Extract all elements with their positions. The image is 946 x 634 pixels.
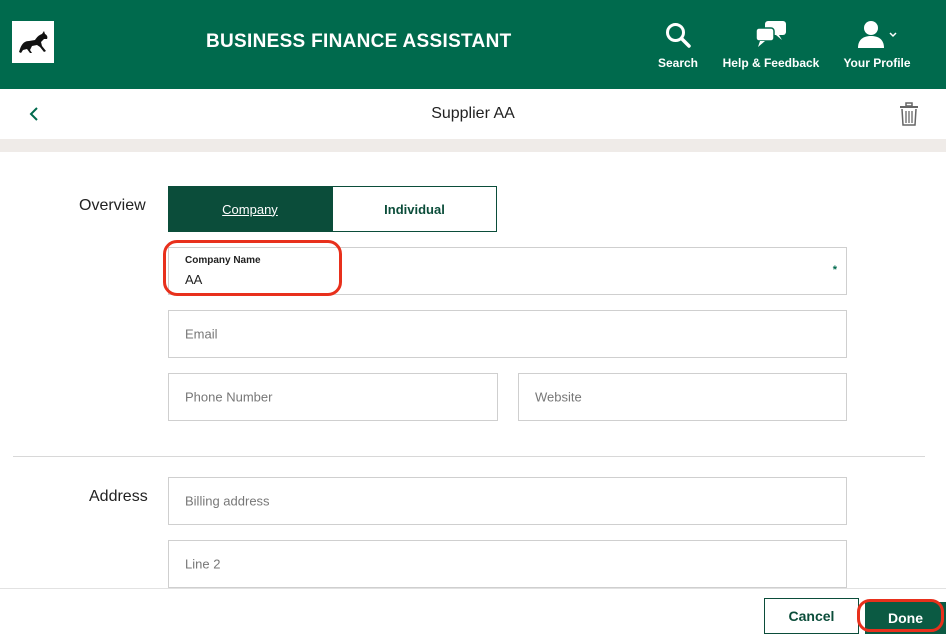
cancel-button[interactable]: Cancel: [764, 598, 859, 634]
address-section-label: Address: [89, 488, 148, 505]
top-bar: BUSINESS FINANCE ASSISTANT Search Help &…: [0, 0, 946, 89]
company-name-label: Company Name: [185, 255, 261, 266]
billing-address-input[interactable]: Billing address: [168, 477, 847, 525]
search-nav-button[interactable]: Search: [652, 0, 704, 89]
chat-bubbles-icon: [755, 20, 787, 48]
overview-section-label: Overview: [79, 197, 146, 214]
website-input[interactable]: Website: [518, 373, 847, 421]
help-feedback-nav-button[interactable]: Help & Feedback: [718, 0, 824, 89]
done-button[interactable]: Done: [865, 602, 946, 634]
email-placeholder: Email: [185, 326, 218, 342]
search-nav-label: Search: [657, 56, 699, 70]
user-profile-icon: [855, 20, 899, 48]
company-name-field[interactable]: Company Name AA *: [168, 247, 847, 295]
email-input[interactable]: Email: [168, 310, 847, 358]
section-divider: [13, 456, 925, 457]
address-line2-placeholder: Line 2: [185, 556, 221, 572]
search-icon: [665, 20, 691, 48]
help-feedback-nav-label: Help & Feedback: [722, 56, 820, 70]
sub-header: Supplier AA: [0, 89, 946, 139]
tab-individual[interactable]: Individual: [332, 186, 497, 232]
phone-number-placeholder: Phone Number: [185, 389, 273, 405]
tab-company[interactable]: Company: [168, 186, 332, 232]
horse-logo-icon[interactable]: [12, 21, 54, 63]
your-profile-nav-label: Your Profile: [843, 56, 911, 70]
company-name-value: AA: [185, 272, 203, 287]
address-line2-input[interactable]: Line 2: [168, 540, 847, 588]
page-title: Supplier AA: [431, 105, 515, 122]
billing-address-placeholder: Billing address: [185, 493, 270, 509]
website-placeholder: Website: [535, 389, 582, 405]
app-title: BUSINESS FINANCE ASSISTANT: [206, 31, 512, 52]
required-mark: *: [832, 264, 837, 276]
trash-icon[interactable]: [897, 102, 921, 126]
your-profile-nav-button[interactable]: Your Profile: [838, 0, 916, 89]
phone-number-input[interactable]: Phone Number: [168, 373, 498, 421]
section-separator: [0, 139, 946, 152]
